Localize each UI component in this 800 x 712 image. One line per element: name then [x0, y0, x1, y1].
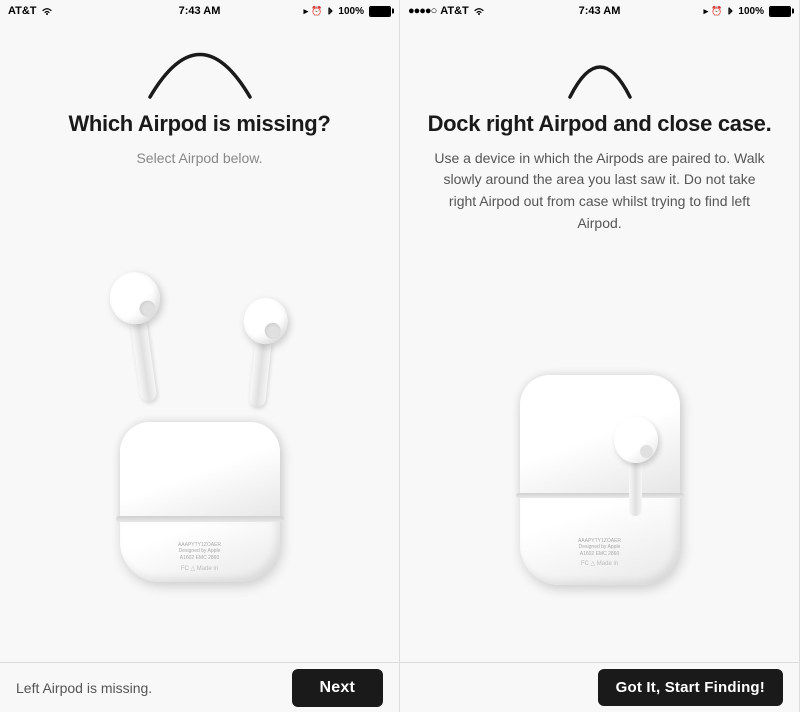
left-time: 7:43 AM — [179, 5, 221, 17]
left-subtitle: Select Airpod below. — [136, 148, 262, 169]
right-docked-bud — [614, 417, 658, 516]
right-airpods-area: AAAPYTY1ZOAERDesigned by AppleA1602 EMC … — [420, 248, 779, 662]
left-airpods-area: AAAPYTY1ZOAERDesigned by AppleA1602 EMC … — [20, 183, 379, 663]
right-docked-bud-head — [614, 417, 658, 463]
right-airpod-right-bud — [234, 296, 289, 409]
left-bottom-bar: Left Airpod is missing. Next — [0, 662, 399, 712]
right-carrier: ●●●●○ — [408, 5, 436, 17]
next-button[interactable]: Next — [292, 669, 383, 707]
right-arc-container — [420, 32, 779, 102]
left-airpod-left-bud — [106, 269, 174, 405]
left-title: Which Airpod is missing? — [68, 110, 330, 138]
right-docked-bud-dot — [640, 445, 653, 458]
right-case-ce: FC △ Made in — [520, 560, 680, 567]
left-arc-icon — [140, 32, 260, 102]
left-alarm-icon: ⏰ — [311, 6, 322, 17]
right-battery-percent: 100% — [738, 6, 764, 17]
right-gps-icon: ▸ — [704, 6, 709, 17]
right-time: 7:43 AM — [579, 5, 621, 17]
right-bud-stem — [248, 341, 271, 407]
right-title: Dock right Airpod and close case. — [428, 110, 772, 138]
left-airpods-buds — [80, 262, 320, 392]
left-status-bar: AT&T 7:43 AM ▸ ⏰ 100% — [0, 0, 399, 22]
left-case-hinge — [116, 516, 284, 522]
left-bud-stem — [130, 321, 157, 402]
right-description: Use a device in which the Airpods are pa… — [420, 148, 779, 235]
left-phone-panel: AT&T 7:43 AM ▸ ⏰ 100% Which Airpod is m — [0, 0, 400, 712]
right-battery-icon — [769, 6, 791, 17]
right-arc-icon — [540, 32, 660, 102]
right-airpods-illustration: AAAPYTY1ZOAERDesigned by AppleA1602 EMC … — [500, 325, 700, 585]
right-bluetooth-icon — [725, 6, 735, 16]
right-carrier-name: AT&T — [440, 5, 469, 17]
left-arc-container — [20, 32, 379, 102]
right-docked-bud-stem — [629, 461, 642, 516]
left-status-left: AT&T — [8, 5, 53, 17]
start-finding-button[interactable]: Got It, Start Finding! — [598, 669, 783, 706]
left-content: Which Airpod is missing? Select Airpod b… — [0, 22, 399, 662]
left-case-text: AAAPYTY1ZOAERDesigned by AppleA1602 EMC … — [178, 542, 221, 562]
left-bluetooth-icon — [325, 6, 335, 16]
left-airpods-illustration: AAAPYTY1ZOAERDesigned by AppleA1602 EMC … — [90, 262, 310, 582]
right-status-right: ▸ ⏰ 100% — [704, 6, 791, 17]
right-status-left: ●●●●○ AT&T — [408, 5, 485, 17]
right-status-bar: ●●●●○ AT&T 7:43 AM ▸ ⏰ 100% — [400, 0, 799, 22]
right-case-body: AAAPYTY1ZOAERDesigned by AppleA1602 EMC … — [520, 375, 680, 585]
right-phone-panel: ●●●●○ AT&T 7:43 AM ▸ ⏰ 100% Dock — [400, 0, 800, 712]
left-status-right: ▸ ⏰ 100% — [304, 6, 391, 17]
left-bud-head — [106, 269, 163, 327]
left-battery-percent: 100% — [338, 6, 364, 17]
left-bottom-label: Left Airpod is missing. — [16, 680, 152, 696]
right-case-hinge — [516, 493, 684, 498]
left-battery-icon — [369, 6, 391, 17]
left-carrier: AT&T — [8, 5, 37, 17]
left-case-ce: FC △ Made in — [181, 565, 218, 572]
right-content: Dock right Airpod and close case. Use a … — [400, 22, 799, 662]
right-bud-head — [241, 296, 290, 346]
left-gps-icon: ▸ — [304, 6, 309, 17]
right-bottom-bar: Got It, Start Finding! — [400, 662, 799, 712]
right-alarm-icon: ⏰ — [711, 6, 722, 17]
right-wifi-icon — [473, 6, 485, 16]
left-airpod-case: AAAPYTY1ZOAERDesigned by AppleA1602 EMC … — [120, 422, 280, 582]
right-case-text: AAAPYTY1ZOAERDesigned by AppleA1602 EMC … — [520, 538, 680, 558]
left-case-lid — [120, 422, 280, 522]
left-wifi-icon — [41, 6, 53, 16]
